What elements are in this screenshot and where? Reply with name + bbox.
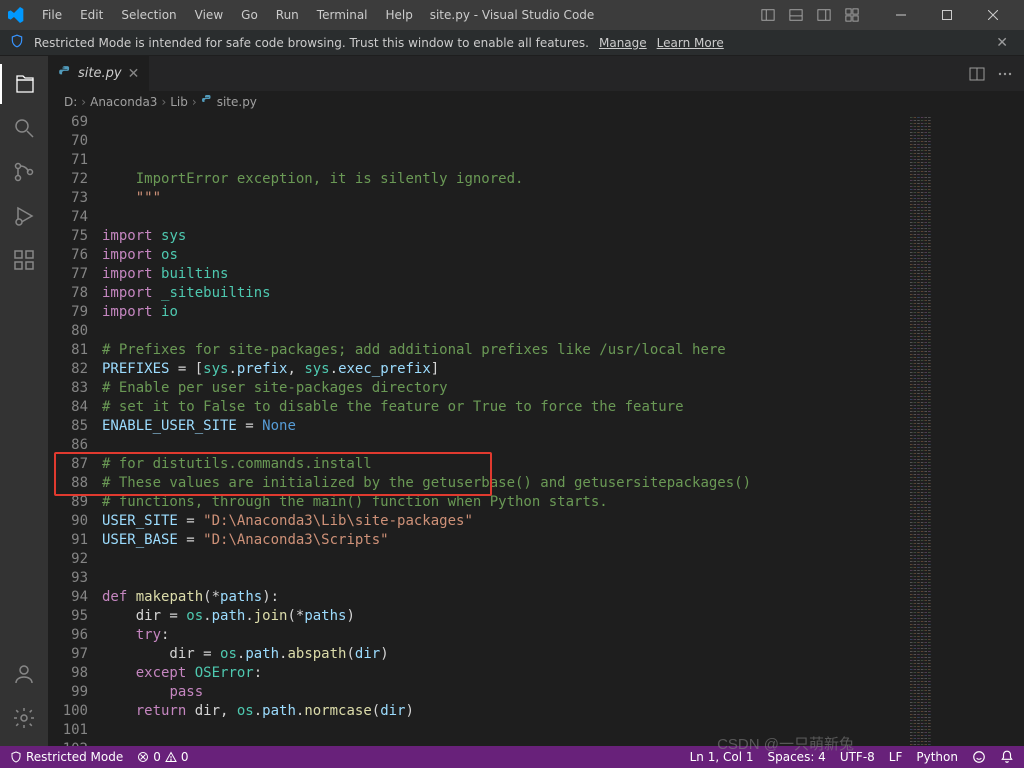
feedback-icon[interactable]: [972, 750, 986, 764]
window-close-icon[interactable]: [970, 0, 1016, 30]
breadcrumb-segment[interactable]: Anaconda3: [90, 95, 157, 109]
breadcrumb-segment[interactable]: Lib: [170, 95, 188, 109]
source-control-icon[interactable]: [0, 152, 48, 192]
encoding-status[interactable]: UTF-8: [840, 750, 875, 764]
python-file-icon: [201, 94, 213, 109]
breadcrumbs[interactable]: D: › Anaconda3 › Lib › site.py: [48, 91, 1024, 113]
menu-edit[interactable]: Edit: [72, 5, 111, 25]
explorer-icon[interactable]: [0, 64, 48, 104]
breadcrumb-segment[interactable]: D:: [64, 95, 77, 109]
layout-panel-right-icon[interactable]: [812, 4, 836, 26]
manage-link[interactable]: Manage: [599, 36, 647, 50]
chevron-right-icon: ›: [192, 95, 197, 109]
tab-label: site.py: [78, 66, 122, 81]
run-debug-icon[interactable]: [0, 196, 48, 236]
language-status[interactable]: Python: [916, 750, 958, 764]
annotation-highlight-box: [54, 452, 492, 496]
status-bar: Restricted Mode 0 0 Ln 1, Col 1 Spaces: …: [0, 746, 1024, 768]
vscode-logo-icon: [8, 7, 24, 23]
indent-status[interactable]: Spaces: 4: [768, 750, 826, 764]
python-file-icon: [58, 65, 72, 83]
tab-site-py[interactable]: site.py ✕: [48, 56, 149, 91]
chevron-right-icon: ›: [81, 95, 86, 109]
tab-bar: site.py ✕: [48, 56, 1024, 91]
titlebar: FileEditSelectionViewGoRunTerminalHelp s…: [0, 0, 1024, 30]
code-editor[interactable]: ImportError exception, it is silently ig…: [102, 113, 904, 746]
menu-run[interactable]: Run: [268, 5, 307, 25]
more-actions-icon[interactable]: [994, 63, 1016, 85]
close-notification-icon[interactable]: ✕: [990, 35, 1014, 51]
tab-close-icon[interactable]: ✕: [128, 66, 140, 82]
minimap[interactable]: ▬▬ ▬▬ ▬▬ ▬▬ ▬▬ ▬▬ ▬▬ ▬▬ ▬▬ ▬▬ ▬▬ ▬▬ ▬▬ ▬…: [904, 113, 1024, 746]
eol-status[interactable]: LF: [889, 750, 903, 764]
layout-customize-icon[interactable]: [840, 4, 864, 26]
notifications-bell-icon[interactable]: [1000, 750, 1014, 764]
menu-file[interactable]: File: [34, 5, 70, 25]
restricted-message: Restricted Mode is intended for safe cod…: [34, 36, 589, 50]
menu-help[interactable]: Help: [378, 5, 421, 25]
menu-view[interactable]: View: [187, 5, 231, 25]
extensions-icon[interactable]: [0, 240, 48, 280]
window-minimize-icon[interactable]: [878, 0, 924, 30]
split-editor-icon[interactable]: [966, 63, 988, 85]
cursor-position-status[interactable]: Ln 1, Col 1: [690, 750, 754, 764]
layout-panel-left-icon[interactable]: [756, 4, 780, 26]
menu-selection[interactable]: Selection: [113, 5, 184, 25]
accounts-icon[interactable]: [0, 654, 48, 694]
errors-warnings-status[interactable]: 0 0: [137, 750, 188, 764]
restricted-mode-status[interactable]: Restricted Mode: [10, 750, 123, 764]
window-maximize-icon[interactable]: [924, 0, 970, 30]
line-number-gutter: 6970717273747576777879808182838485868788…: [48, 113, 102, 746]
chevron-right-icon: ›: [161, 95, 166, 109]
menu-go[interactable]: Go: [233, 5, 266, 25]
learn-more-link[interactable]: Learn More: [657, 36, 724, 50]
settings-gear-icon[interactable]: [0, 698, 48, 738]
breadcrumb-segment[interactable]: site.py: [217, 95, 257, 109]
restricted-info-bar: Restricted Mode is intended for safe cod…: [0, 30, 1024, 56]
menu-terminal[interactable]: Terminal: [309, 5, 376, 25]
activity-bar: [0, 56, 48, 746]
shield-icon: [10, 34, 24, 51]
layout-panel-bottom-icon[interactable]: [784, 4, 808, 26]
search-icon[interactable]: [0, 108, 48, 148]
